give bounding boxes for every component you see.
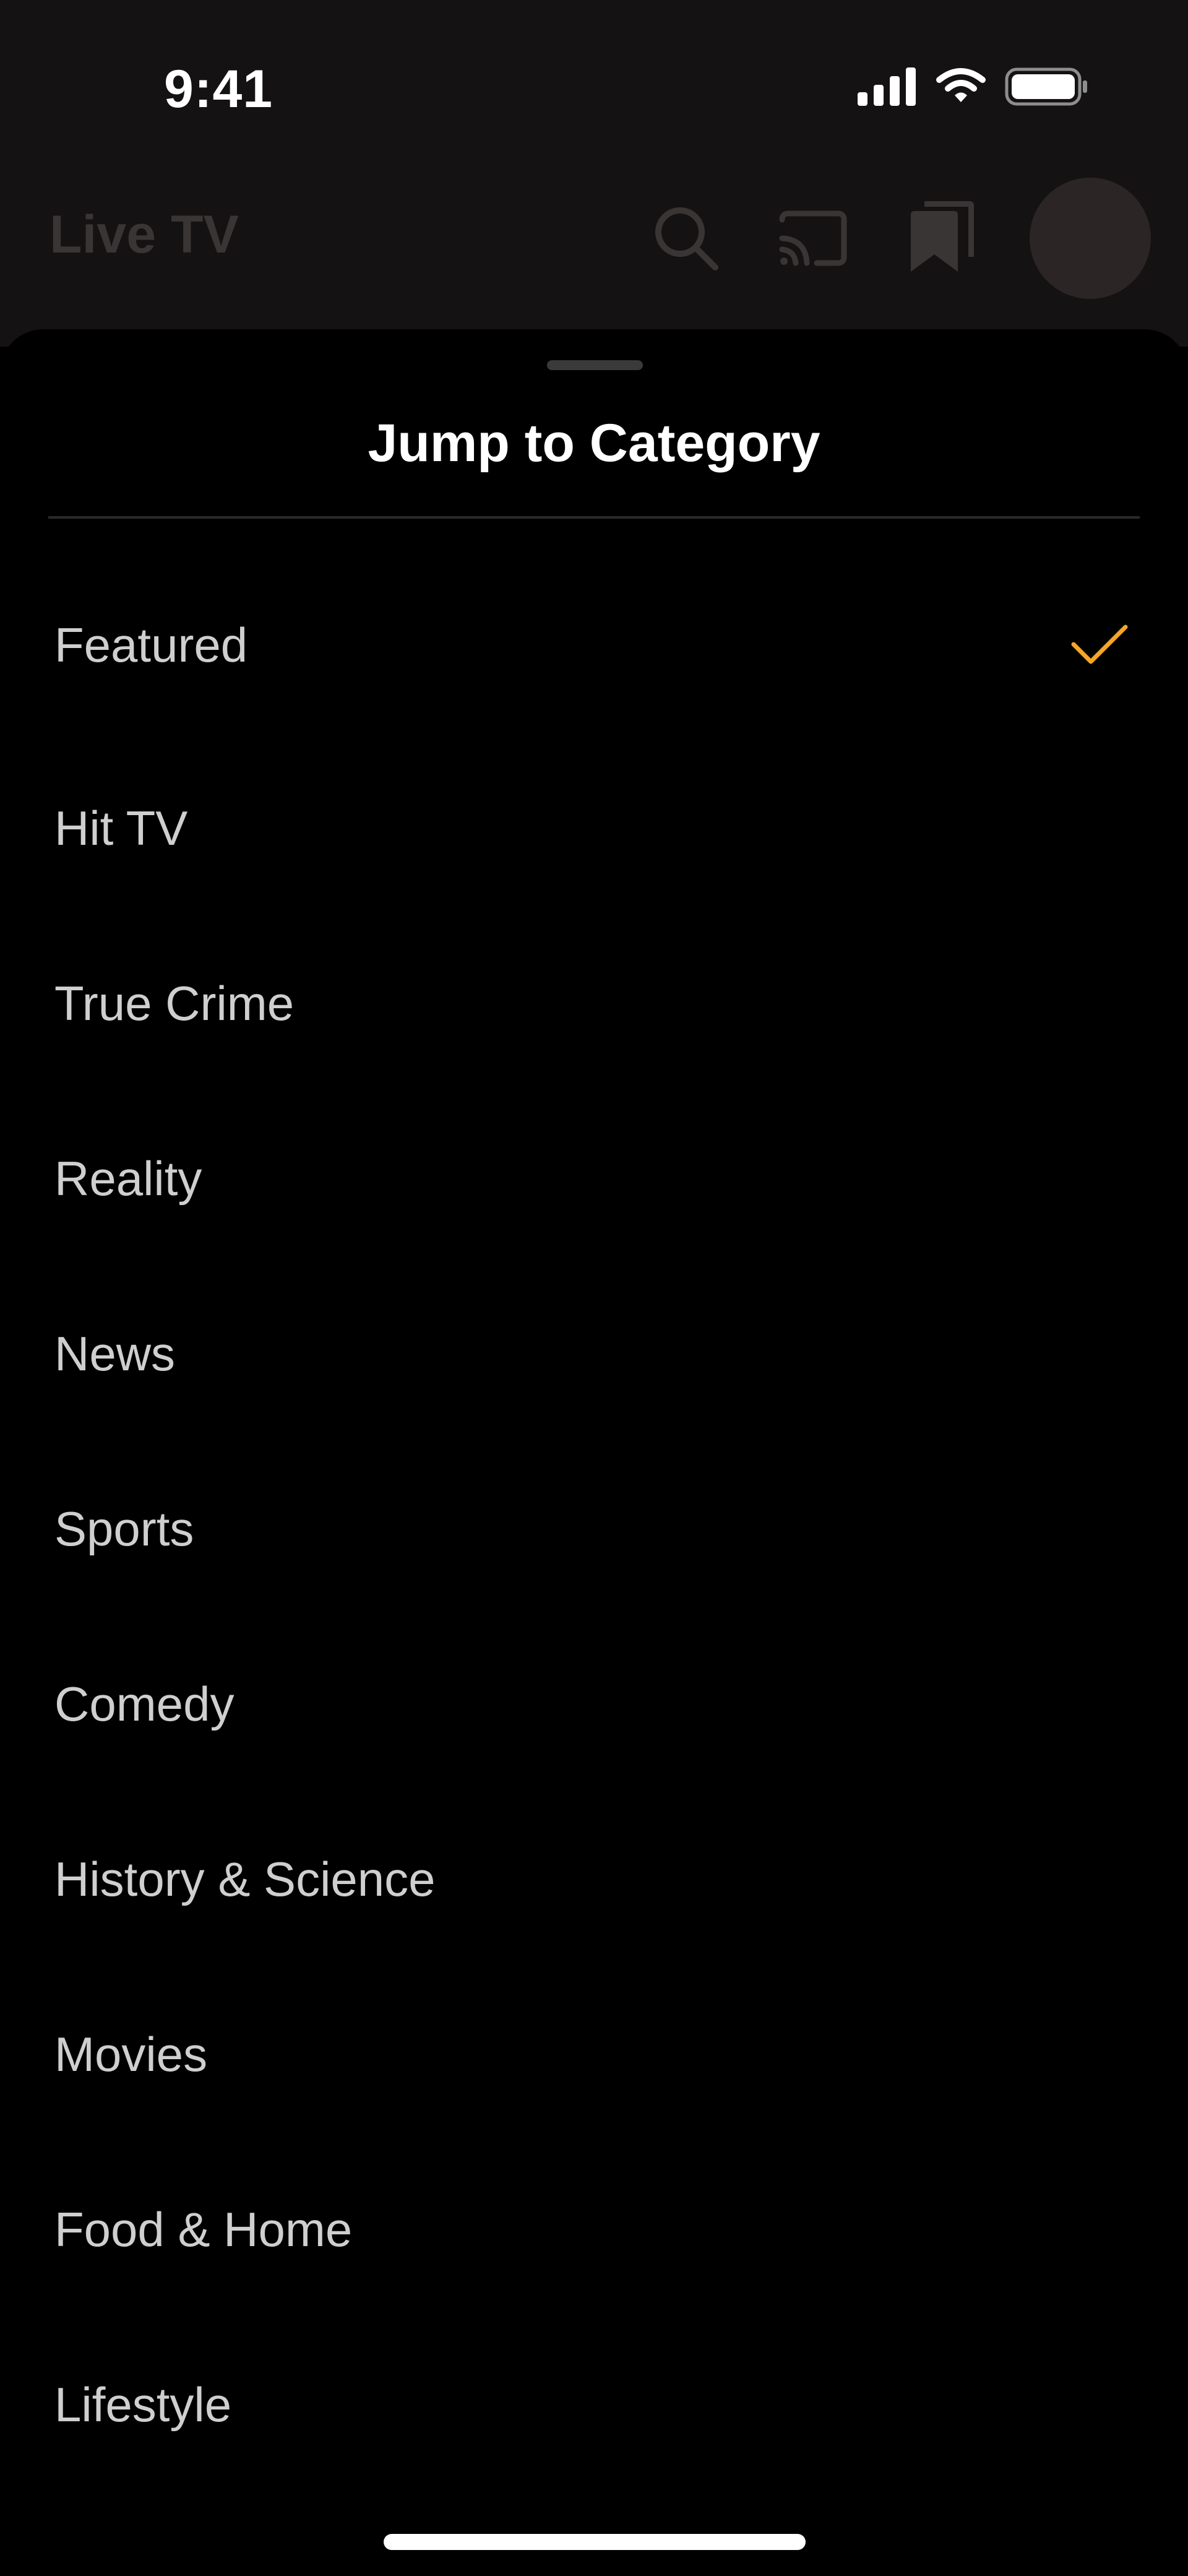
category-label: Sports [54,1502,194,1556]
category-list: Featured Hit TV True Crime Reality News … [0,549,1188,2492]
cast-icon[interactable] [776,207,850,269]
category-label: Lifestyle [54,2377,232,2432]
category-item-true-crime[interactable]: True Crime [0,916,1188,1091]
category-item-hit-tv[interactable]: Hit TV [0,741,1188,916]
wifi-icon [936,68,986,102]
status-bar: 9:41 [0,0,1188,173]
category-item-food-home[interactable]: Food & Home [0,2142,1188,2317]
home-indicator [384,2534,806,2550]
header-actions [652,176,1151,300]
category-label: Comedy [54,1677,235,1731]
category-label: News [54,1326,176,1381]
category-item-history-science[interactable]: History & Science [0,1792,1188,1967]
battery-icon [1005,67,1087,106]
category-item-reality[interactable]: Reality [0,1091,1188,1266]
checkmark-icon [1071,625,1128,664]
category-item-news[interactable]: News [0,1266,1188,1441]
category-item-comedy[interactable]: Comedy [0,1617,1188,1792]
cellular-signal-icon [858,67,916,106]
sheet-grabber[interactable] [547,360,643,370]
category-label: Reality [54,1151,202,1206]
category-label: Movies [54,2027,208,2081]
background-app: 9:41 Live TV [0,0,1188,347]
status-icons [858,65,1089,108]
category-sheet: Jump to Category Featured Hit TV True Cr… [0,329,1188,2576]
category-item-movies[interactable]: Movies [0,1967,1188,2142]
category-label: True Crime [54,976,295,1031]
category-label: Featured [54,617,248,672]
category-label: History & Science [54,1852,436,1906]
category-item-sports[interactable]: Sports [0,1441,1188,1617]
category-label: Food & Home [54,2202,353,2257]
status-time: 9:41 [164,59,273,119]
category-item-featured[interactable]: Featured [0,549,1188,741]
avatar[interactable] [1030,178,1151,299]
search-icon[interactable] [652,204,720,272]
category-label: Hit TV [54,801,188,855]
bookmarks-icon[interactable] [906,201,974,275]
page-title: Live TV [50,205,239,264]
sheet-title: Jump to Category [368,413,820,473]
category-item-lifestyle[interactable]: Lifestyle [0,2317,1188,2492]
sheet-divider [48,516,1140,519]
